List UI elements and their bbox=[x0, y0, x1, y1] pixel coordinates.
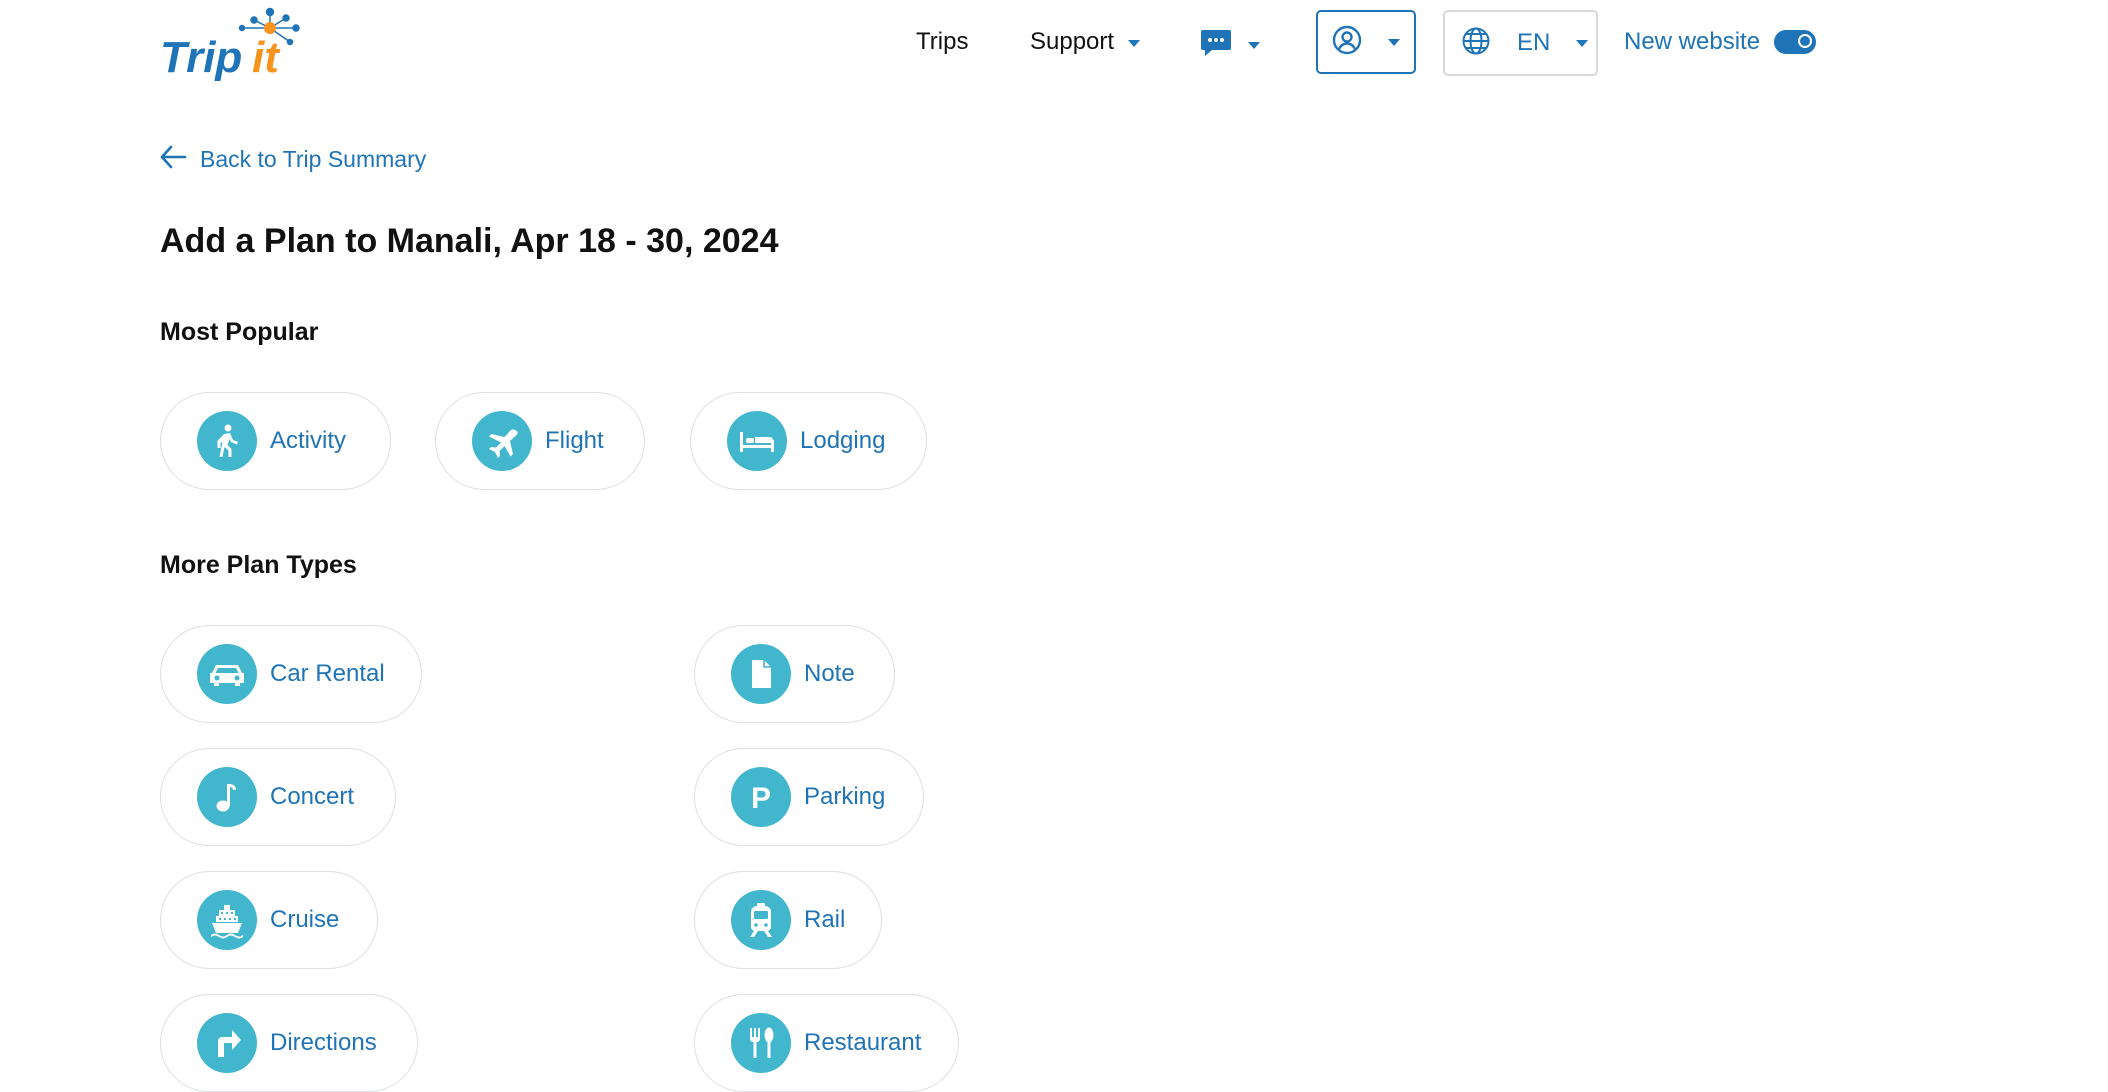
plan-type-label: Note bbox=[804, 660, 855, 687]
account-menu-button[interactable] bbox=[1316, 10, 1416, 74]
user-circle-icon bbox=[1332, 25, 1362, 60]
globe-icon bbox=[1461, 26, 1491, 61]
plan-type-directions[interactable]: Directions bbox=[160, 994, 418, 1092]
bed-icon bbox=[727, 411, 787, 471]
plan-type-label: Lodging bbox=[800, 427, 886, 454]
plan-type-car-rental[interactable]: Car Rental bbox=[160, 625, 422, 723]
fork-knife-icon bbox=[731, 1013, 791, 1073]
airplane-icon bbox=[472, 411, 532, 471]
plan-type-label: Concert bbox=[270, 783, 355, 810]
ship-icon bbox=[197, 890, 257, 950]
arrow-left-icon bbox=[158, 142, 188, 177]
plan-type-label: Directions bbox=[270, 1029, 377, 1056]
caret-down-icon bbox=[1576, 39, 1589, 47]
toggle-knob bbox=[1798, 34, 1813, 48]
plan-type-parking[interactable]: P Parking bbox=[694, 748, 924, 846]
caret-down-icon bbox=[1248, 42, 1260, 49]
section-title-more-plan-types: More Plan Types bbox=[160, 551, 357, 579]
page-title: Add a Plan to Manali, Apr 18 - 30, 2024 bbox=[160, 222, 779, 260]
plan-type-restaurant[interactable]: Restaurant bbox=[694, 994, 959, 1092]
music-note-icon bbox=[197, 767, 257, 827]
turn-right-arrow-icon bbox=[197, 1013, 257, 1073]
plan-type-label: Car Rental bbox=[270, 660, 385, 687]
plan-type-label: Parking bbox=[804, 783, 886, 810]
back-to-trip-summary-link[interactable]: Back to Trip Summary bbox=[158, 142, 426, 177]
plan-type-rail[interactable]: Rail bbox=[694, 871, 882, 969]
back-link-label: Back to Trip Summary bbox=[200, 146, 427, 172]
document-icon bbox=[731, 644, 791, 704]
top-header: Trip it Trips Support EN New website bbox=[0, 0, 2108, 88]
plan-type-label: Cruise bbox=[270, 906, 340, 933]
walking-person-icon bbox=[197, 411, 257, 471]
plan-type-lodging[interactable]: Lodging bbox=[690, 392, 927, 490]
logo-text-trip: Trip bbox=[160, 33, 242, 82]
nav-support-dropdown[interactable]: Support bbox=[1030, 28, 1141, 56]
tripit-logo[interactable]: Trip it bbox=[158, 6, 310, 82]
plan-type-label: Activity bbox=[270, 427, 347, 454]
plan-type-concert[interactable]: Concert bbox=[160, 748, 396, 846]
parking-icon: P bbox=[731, 767, 791, 827]
chat-dropdown[interactable] bbox=[1200, 28, 1260, 63]
car-icon bbox=[197, 644, 257, 704]
svg-text:P: P bbox=[751, 782, 771, 815]
plan-type-label: Flight bbox=[545, 427, 604, 454]
plan-type-flight[interactable]: Flight bbox=[435, 392, 645, 490]
logo-text-it: it bbox=[252, 33, 281, 82]
nav-support-label: Support bbox=[1030, 28, 1115, 55]
chat-bubble-icon bbox=[1200, 28, 1232, 63]
plan-type-cruise[interactable]: Cruise bbox=[160, 871, 378, 969]
new-website-label: New website bbox=[1624, 28, 1761, 55]
train-icon bbox=[731, 890, 791, 950]
toggle-switch[interactable] bbox=[1774, 30, 1817, 54]
plan-type-label: Restaurant bbox=[804, 1029, 922, 1056]
caret-down-icon bbox=[1388, 38, 1400, 46]
plan-type-activity[interactable]: Activity bbox=[160, 392, 391, 490]
section-title-most-popular: Most Popular bbox=[160, 318, 319, 346]
language-selector[interactable]: EN bbox=[1443, 10, 1598, 76]
language-code: EN bbox=[1517, 29, 1551, 56]
new-website-toggle[interactable]: New website bbox=[1624, 28, 1817, 56]
nav-trips[interactable]: Trips bbox=[916, 28, 968, 56]
plan-type-label: Rail bbox=[804, 906, 846, 933]
caret-down-icon bbox=[1128, 39, 1141, 47]
plan-type-note[interactable]: Note bbox=[694, 625, 895, 723]
